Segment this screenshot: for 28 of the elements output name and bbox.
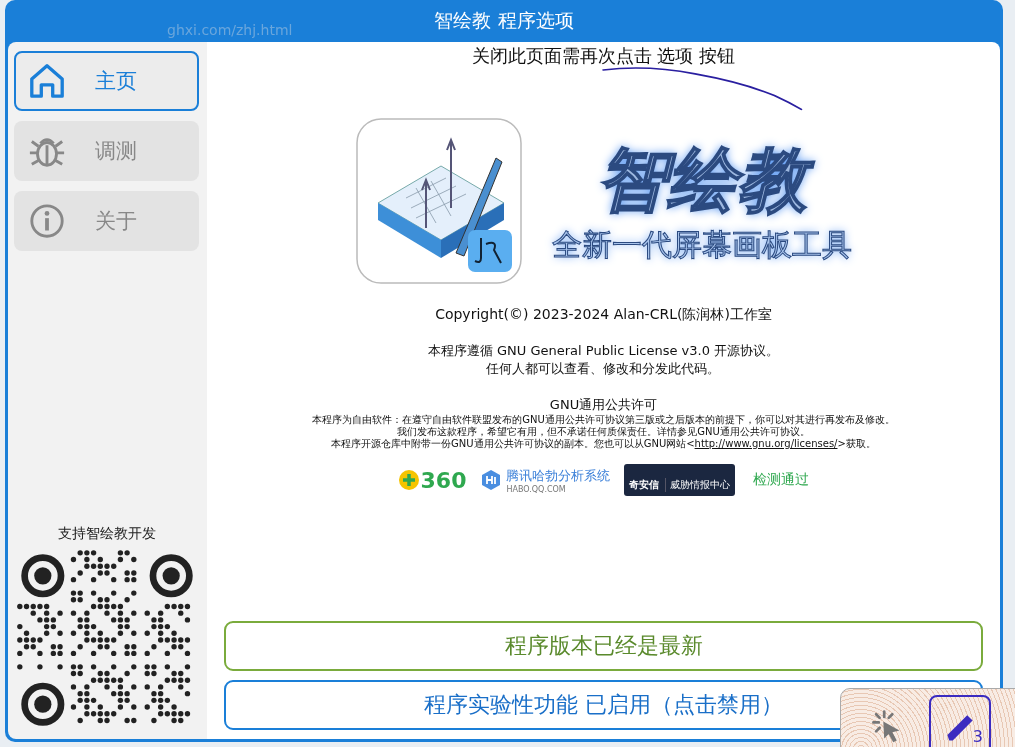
- window-title: 智绘教 程序选项: [434, 8, 574, 33]
- scanner-logo: 360: [397, 467, 467, 493]
- gpl-text: 我们发布这款程序，希望它有用，但不承诺任何质保责任。详情参见GNU通用公共许可协议。: [397, 426, 810, 438]
- brand-tagline: 全新一代屏幕画板工具: [551, 226, 852, 264]
- sidebar-item[interactable]: 主页: [14, 51, 199, 111]
- hexagon-icon: [480, 469, 503, 491]
- notice-text: 关闭此页面需再次点击 选项 按钮: [471, 44, 736, 68]
- pen-tool-button[interactable]: 3: [929, 695, 991, 747]
- sidebar-item[interactable]: 关于: [14, 191, 199, 251]
- brand-name: 智绘教: [578, 136, 825, 225]
- browser-url-text: ghxi.com/zhj.html: [167, 22, 293, 38]
- sidebar-item[interactable]: 调测: [14, 121, 199, 181]
- gpl-text: 本程序为自由软件：在遵守自由软件联盟发布的GNU通用公共许可协议第三版或之后版本的前提下，你可以对其进行再发布及修改。: [312, 414, 895, 426]
- gpl-title: GNU通用公共许可: [549, 396, 658, 414]
- scan-result-text: 检测通过: [753, 471, 810, 489]
- gnu-licenses-link[interactable]: http://www.gnu.org/licenses/: [694, 438, 838, 449]
- home-icon: [28, 62, 66, 100]
- copyright-text: Copyright(©) 2023-2024 Alan-CRL(陈润林)工作室: [435, 306, 772, 324]
- license-text: 本程序遵循 GNU General Public License v3.0 开源协议。: [427, 342, 780, 360]
- version-status-button[interactable]: 程序版本已经是最新: [224, 621, 983, 671]
- plus-circle-icon: [397, 469, 420, 491]
- scanner-logo: 奇安信 威胁情报中心: [624, 464, 736, 496]
- support-caption: 支持智绘教开发: [57, 525, 156, 543]
- scanner-logo: 腾讯哈勃分析系统 HABO.QQ.COM: [480, 466, 611, 494]
- license-text: 任何人都可以查看、修改和分发此代码。: [486, 360, 721, 378]
- info-icon: [28, 202, 66, 240]
- pen-count-label: 3: [972, 727, 983, 746]
- gpl-text: 本程序开源仓库中附带一份GNU通用公共许可协议的副本。您也可以从GNU网站<http://www.gnu.org/licenses/>获取。: [331, 438, 876, 450]
